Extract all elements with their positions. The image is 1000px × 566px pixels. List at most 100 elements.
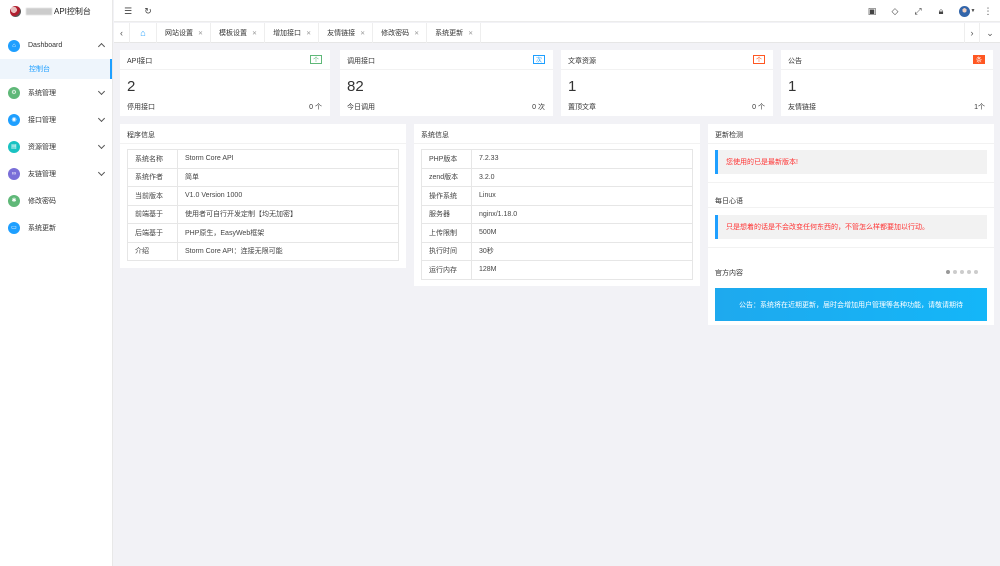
- table-row: 后端基于 PHP原生，EasyWeb框架: [127, 223, 399, 243]
- carousel-dot[interactable]: [974, 270, 978, 274]
- sidebar-item-label: 友链管理: [28, 170, 56, 178]
- sidebar: API控制台 ⌂ Dashboard 控制台 ⚙ 系统管理 ◉ 接口管理 ▤ 资…: [0, 0, 113, 566]
- close-icon[interactable]: ✕: [360, 30, 365, 37]
- sidebar-item-label: 修改密码: [28, 197, 56, 205]
- fullscreen-icon[interactable]: ⤢: [910, 0, 926, 22]
- info-value: 128M: [471, 260, 693, 280]
- message-icon[interactable]: ▣: [864, 0, 880, 22]
- stat-value: 1: [788, 78, 797, 95]
- tabs-scroll-left-icon[interactable]: ‹: [114, 23, 130, 43]
- stat-unit: 0 个: [752, 104, 765, 111]
- tab-label: 友情链接: [327, 30, 356, 37]
- program-info-panel: 程序信息 系统名称 Storm Core API 系统作者 简单 当前版本 V1.0 …: [120, 124, 406, 268]
- divider: [414, 143, 700, 144]
- info-value: nginx/1.18.0: [471, 204, 693, 224]
- lock-icon[interactable]: 🔒︎: [933, 0, 949, 22]
- close-icon[interactable]: ✕: [468, 30, 473, 37]
- info-key: 操作系统: [421, 186, 472, 206]
- sidebar-item-dashboard[interactable]: ⌂ Dashboard: [0, 32, 112, 59]
- tab-label: 网站设置: [165, 30, 193, 37]
- system-info-panel: 系统信息 PHP版本 7.2.33 zend版本 3.2.0 操作系统 Linux 服…: [414, 124, 700, 286]
- carousel-dot[interactable]: [967, 270, 971, 274]
- table-row: 上传限制 500M: [421, 223, 693, 243]
- system-info-table: PHP版本 7.2.33 zend版本 3.2.0 操作系统 Linux 服务器 ngi…: [421, 149, 693, 280]
- close-icon[interactable]: ✕: [198, 30, 203, 37]
- stat-card-articles: 文章资源 个 1 置顶文章 0 个: [561, 50, 773, 116]
- tab-home[interactable]: ⌂: [130, 23, 157, 43]
- logo-blurred-name: [26, 7, 52, 15]
- carousel-dot[interactable]: [953, 270, 957, 274]
- sidebar-item-update[interactable]: ▭ 系统更新: [0, 214, 112, 241]
- update-check-message: 您使用的已是最新版本!: [726, 159, 798, 166]
- tab-template-settings[interactable]: 模板设置 ✕: [211, 23, 266, 43]
- divider: [340, 69, 553, 70]
- link-icon: ∞: [8, 167, 20, 180]
- stat-card-api: API接口 个 2 停用接口 0 个: [120, 50, 330, 116]
- tab-add-api[interactable]: 增加接口 ✕: [265, 23, 320, 43]
- user-menu[interactable]: ▼: [956, 0, 978, 22]
- sidebar-nav: ⌂ Dashboard 控制台 ⚙ 系统管理 ◉ 接口管理 ▤ 资源管理 ∞ 友…: [0, 32, 112, 241]
- close-icon[interactable]: ✕: [252, 30, 257, 37]
- info-key: 上传限制: [421, 223, 472, 243]
- close-icon[interactable]: ✕: [306, 30, 311, 37]
- info-value: 500M: [471, 223, 693, 243]
- logo-icon: [10, 5, 21, 17]
- logo[interactable]: API控制台: [0, 0, 112, 22]
- stat-badge: 条: [973, 55, 985, 64]
- stat-unit: 1个: [974, 104, 985, 111]
- more-icon[interactable]: ⋮: [980, 0, 996, 22]
- theme-icon[interactable]: ◇: [887, 0, 903, 22]
- info-value: Storm Core API：连接无限可能: [177, 241, 399, 261]
- carousel-dot[interactable]: [946, 270, 950, 274]
- stat-label: 停用接口: [127, 104, 155, 111]
- chevron-down-icon: [97, 168, 106, 177]
- panel-title: 系统信息: [421, 132, 449, 139]
- divider: [708, 143, 994, 144]
- table-row: 服务器 nginx/1.18.0: [421, 204, 693, 224]
- stat-title: 公告: [788, 58, 802, 65]
- page-tabs: ‹ ⌂ 网站设置 ✕ 模板设置 ✕ 增加接口 ✕ 友情链接 ✕ 修改密码 ✕ 系统更新 ✕ …: [114, 23, 1000, 43]
- sidebar-subitem-console[interactable]: 控制台: [0, 59, 112, 79]
- sidebar-item-links[interactable]: ∞ 友链管理: [0, 160, 112, 187]
- notice-banner[interactable]: 公告：系统将在近期更新，届时会增加用户管理等各种功能，请敬请期待: [715, 288, 987, 321]
- table-row: 系统名称 Storm Core API: [127, 149, 399, 169]
- table-row: 系统作者 简单: [127, 167, 399, 187]
- daily-quote-message: 只是想着的话是不会改变任何东西的，不管怎么样都要加以行动。: [726, 224, 929, 231]
- right-info-panel: 更新检测 您使用的已是最新版本! 每日心语 只是想着的话是不会改变任何东西的，不…: [708, 124, 994, 325]
- stat-title: 调用接口: [347, 58, 375, 65]
- table-row: 当前版本 V1.0 Version 1000: [127, 186, 399, 206]
- divider: [561, 69, 773, 70]
- caret-down-icon: ▼: [970, 8, 976, 14]
- panel-title: 程序信息: [127, 132, 155, 139]
- info-value: 30秒: [471, 241, 693, 261]
- program-info-table: 系统名称 Storm Core API 系统作者 简单 当前版本 V1.0 Versi…: [127, 149, 399, 261]
- sidebar-item-label: 接口管理: [28, 116, 56, 124]
- info-value: 7.2.33: [471, 149, 693, 169]
- chevron-down-icon: [97, 87, 106, 96]
- stat-badge: 个: [753, 55, 765, 64]
- tab-system-update[interactable]: 系统更新 ✕: [427, 23, 482, 43]
- sidebar-item-system[interactable]: ⚙ 系统管理: [0, 79, 112, 106]
- refresh-icon[interactable]: ↻: [140, 0, 156, 22]
- carousel-indicators: [946, 270, 978, 274]
- info-value: 简单: [177, 167, 399, 187]
- info-value: V1.0 Version 1000: [177, 186, 399, 206]
- close-icon[interactable]: ✕: [414, 30, 419, 37]
- sidebar-item-resources[interactable]: ▤ 资源管理: [0, 133, 112, 160]
- menu-toggle-icon[interactable]: ☰: [120, 0, 136, 22]
- stat-title: 文章资源: [568, 58, 596, 65]
- tab-site-settings[interactable]: 网站设置 ✕: [157, 23, 212, 43]
- table-row: PHP版本 7.2.33: [421, 149, 693, 169]
- tab-label: 增加接口: [273, 30, 302, 37]
- tabs-menu-icon[interactable]: ⌄: [982, 23, 998, 43]
- sidebar-item-password[interactable]: ✱ 修改密码: [0, 187, 112, 214]
- info-key: 前端基于: [127, 204, 178, 224]
- tab-friend-links[interactable]: 友情链接 ✕: [319, 23, 374, 43]
- sidebar-item-label: 系统管理: [28, 89, 56, 97]
- tab-change-password[interactable]: 修改密码 ✕: [373, 23, 428, 43]
- sidebar-item-api[interactable]: ◉ 接口管理: [0, 106, 112, 133]
- tabs-scroll-right-icon[interactable]: ›: [964, 23, 980, 43]
- info-key: 服务器: [421, 204, 472, 224]
- carousel-dot[interactable]: [960, 270, 964, 274]
- stat-badge: 个: [310, 55, 322, 64]
